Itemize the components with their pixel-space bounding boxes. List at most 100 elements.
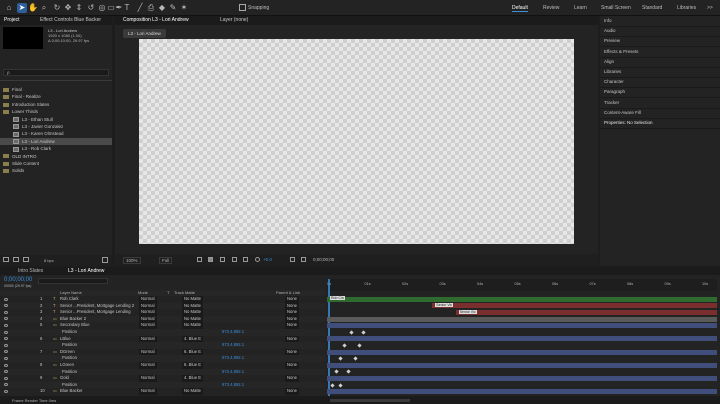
project-item[interactable]: Final: [0, 86, 112, 93]
panel-tracker[interactable]: Tracker: [604, 100, 619, 105]
project-item[interactable]: Solids: [0, 167, 112, 174]
visibility-eye-icon[interactable]: [4, 297, 8, 301]
show-snapshot-icon[interactable]: [301, 257, 306, 262]
workspace-review[interactable]: Review: [543, 5, 559, 11]
layer-row[interactable]: 7 ▭ DGreen Normal 6. Blue E None: [0, 348, 325, 356]
visibility-eye-icon[interactable]: [4, 356, 8, 360]
workspace-standard[interactable]: Standard: [642, 5, 662, 11]
visibility-eye-icon[interactable]: [4, 304, 8, 308]
panel-info[interactable]: Info: [604, 18, 612, 23]
parent-dropdown[interactable]: None: [285, 302, 300, 310]
track-matte-dropdown[interactable]: 6. Blue E: [182, 362, 203, 369]
visibility-eye-icon[interactable]: [4, 383, 8, 387]
layer-duration-bar[interactable]: [327, 336, 717, 342]
pan-tool-icon[interactable]: ✥: [63, 3, 73, 13]
home-icon[interactable]: ⌂: [4, 3, 14, 13]
track-matte-dropdown[interactable]: No Matte: [182, 296, 203, 303]
mode-dropdown[interactable]: Normal: [139, 322, 157, 329]
visibility-eye-icon[interactable]: [4, 343, 8, 347]
visibility-eye-icon[interactable]: [4, 363, 8, 367]
layer-row[interactable]: 8 ▭ LGreen Normal 6. Blue E None: [0, 362, 325, 369]
tab-lori-andrew[interactable]: L3 - Lori Andrew: [68, 268, 104, 274]
keyframe-icon[interactable]: [341, 343, 347, 348]
mode-dropdown[interactable]: Normal: [139, 309, 157, 316]
mode-dropdown[interactable]: Normal: [139, 335, 157, 343]
layer-row[interactable]: 4 ▭ Blue Backer 2 Normal No Matte None: [0, 315, 325, 323]
interpret-footage-icon[interactable]: [3, 257, 9, 262]
layer-duration-bar[interactable]: [327, 349, 717, 355]
property-row[interactable]: Position 973.4,892.1: [0, 355, 325, 362]
viewer-timecode[interactable]: 0;00;00;00: [313, 257, 334, 262]
parent-dropdown[interactable]: None: [285, 315, 300, 323]
rotate-tool-icon[interactable]: ↺: [86, 3, 96, 13]
layer-duration-bar[interactable]: Rob Cla: [327, 296, 717, 302]
panel-paragraph[interactable]: Paragraph: [604, 89, 625, 94]
keyframe-icon[interactable]: [338, 382, 343, 388]
keyframe-icon[interactable]: [353, 356, 358, 361]
layer-row[interactable]: 6 ▭ LBlue Normal 4. Blue E None: [0, 335, 325, 343]
visibility-eye-icon[interactable]: [4, 337, 8, 341]
channel-icon[interactable]: [243, 257, 248, 262]
layer-duration-bar[interactable]: [327, 389, 717, 395]
comp-chip[interactable]: L3 - Lori Andrew: [123, 29, 166, 38]
visibility-eye-icon[interactable]: [4, 310, 8, 314]
roto-brush-tool-icon[interactable]: ✎: [168, 3, 178, 13]
mode-dropdown[interactable]: Normal: [139, 302, 157, 310]
snapping-checkbox[interactable]: [239, 4, 246, 11]
property-row[interactable]: Position 973.4,892.1: [0, 368, 325, 376]
mode-dropdown[interactable]: Normal: [139, 362, 157, 369]
project-item[interactable]: Slide Content: [0, 160, 112, 167]
type-tool-icon[interactable]: T: [122, 3, 132, 13]
project-item[interactable]: L3 - Ethan Stull: [0, 116, 112, 123]
layer-row[interactable]: 10 ▭ Blue Backer Normal No Matte None: [0, 388, 325, 395]
layer-duration-bar[interactable]: [327, 323, 717, 329]
track-matte-dropdown[interactable]: 4. Blue E: [182, 335, 203, 343]
resolution-dropdown[interactable]: Full: [159, 257, 173, 264]
puppet-tool-icon[interactable]: ✶: [179, 3, 189, 13]
tab-intro-slates[interactable]: Intro Slates: [18, 268, 43, 274]
panel-libraries[interactable]: Libraries: [604, 69, 621, 74]
property-row[interactable]: Position 973.4,892.1: [0, 329, 325, 336]
project-item[interactable]: L3 - Karen Olmstead: [0, 130, 112, 137]
selection-tool-icon[interactable]: ➤: [17, 3, 27, 13]
track-matte-dropdown[interactable]: No Matte: [182, 315, 203, 323]
zoom-tool-icon[interactable]: ⌕: [39, 3, 49, 13]
parent-dropdown[interactable]: None: [285, 322, 300, 329]
brush-tool-icon[interactable]: ╱: [135, 3, 145, 13]
tab-layer[interactable]: Layer (none): [220, 17, 248, 23]
region-icon[interactable]: [197, 257, 202, 262]
exposure-value[interactable]: +0.0: [263, 257, 272, 262]
layer-duration-bar[interactable]: [327, 316, 717, 322]
mode-dropdown[interactable]: Normal: [139, 315, 157, 323]
layer-row[interactable]: 5 ▭ Secondary Blue Normal No Matte None: [0, 322, 325, 329]
layer-row[interactable]: 1 T Rob Clark Normal No Matte None: [0, 296, 325, 303]
workspace-libraries[interactable]: Libraries: [677, 5, 696, 11]
track-matte-dropdown[interactable]: 6. Blue E: [182, 348, 203, 356]
visibility-eye-icon[interactable]: [4, 389, 8, 393]
track-matte-dropdown[interactable]: No Matte: [182, 388, 203, 395]
visibility-eye-icon[interactable]: [4, 323, 8, 327]
timeline-search-input[interactable]: [38, 278, 108, 284]
tab-effect-controls[interactable]: Effect Controls Blue Backer: [40, 17, 101, 23]
workspace-learn[interactable]: Learn: [574, 5, 587, 11]
track-matte-dropdown[interactable]: No Matte: [182, 302, 203, 310]
mask-visibility-icon[interactable]: [220, 257, 225, 262]
color-management-icon[interactable]: [255, 257, 260, 262]
parent-dropdown[interactable]: None: [285, 375, 300, 382]
visibility-eye-icon[interactable]: [4, 330, 8, 334]
zoom-slider[interactable]: [330, 399, 410, 402]
workspace-overflow[interactable]: >>: [707, 5, 713, 11]
project-item[interactable]: L3 - Lori Andrew: [0, 137, 112, 145]
workspace-small-screen[interactable]: Small Screen: [601, 5, 631, 11]
visibility-eye-icon[interactable]: [4, 317, 8, 321]
dolly-tool-icon[interactable]: ⇕: [74, 3, 84, 13]
project-item[interactable]: Final - Realize: [0, 93, 112, 100]
layer-duration-bar[interactable]: Senior Vic: [455, 309, 717, 315]
snapshot-icon[interactable]: [290, 257, 295, 262]
layer-duration-bar[interactable]: Senior Vic: [432, 302, 717, 309]
keyframe-icon[interactable]: [330, 382, 335, 388]
track-matte-dropdown[interactable]: No Matte: [182, 322, 203, 329]
parent-dropdown[interactable]: None: [285, 335, 300, 343]
time-ruler[interactable]: 0s01s02s03s04s05s06s07s08s09s10s: [327, 279, 717, 291]
new-folder-icon[interactable]: [13, 257, 19, 262]
